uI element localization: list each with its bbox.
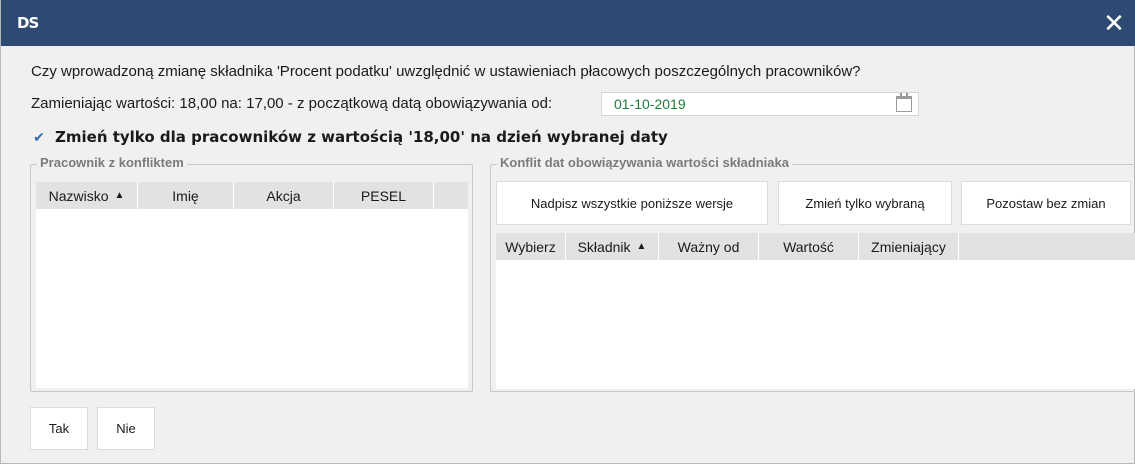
column-header-nazwisko[interactable]: Nazwisko ▲ xyxy=(36,182,138,209)
change-only-checkbox-label: Zmień tylko dla pracowników z wartością … xyxy=(55,128,668,146)
column-header-label: PESEL xyxy=(360,187,407,204)
dialog-window: DS ✕ Czy wprowadzoną zmianę składnika 'P… xyxy=(0,0,1135,464)
column-header-wazny-od[interactable]: Ważny od xyxy=(659,233,759,260)
employees-grid[interactable]: Nazwisko ▲ Imię Akcja PESEL xyxy=(36,182,468,388)
column-header-label: Składnik xyxy=(577,238,631,255)
date-conflict-group-title: Konflit dat obowiązywania wartości skład… xyxy=(497,155,792,170)
column-header-akcja[interactable]: Akcja xyxy=(234,182,334,209)
column-header-label: Zmieniający xyxy=(871,238,946,255)
column-header-pesel[interactable]: PESEL xyxy=(334,182,434,209)
replace-values-label: Zamieniając wartości: 18,00 na: 17,00 - … xyxy=(31,95,553,112)
calendar-icon[interactable] xyxy=(896,93,912,112)
close-icon: ✕ xyxy=(1103,7,1125,38)
change-selected-button[interactable]: Zmień tylko wybraną xyxy=(778,181,952,225)
column-header-label: Imię xyxy=(172,187,199,204)
column-header-label: Wybierz xyxy=(505,238,556,255)
employees-grid-header: Nazwisko ▲ Imię Akcja PESEL xyxy=(36,182,468,209)
start-date-value: 01-10-2019 xyxy=(614,96,686,112)
conflict-grid[interactable]: Wybierz Składnik ▲ Ważny od Wartość Zmie… xyxy=(496,233,1135,389)
sort-ascending-icon: ▲ xyxy=(114,190,125,201)
employees-conflict-group-title: Pracownik z konfliktem xyxy=(37,155,187,170)
change-only-checkbox-row[interactable]: ✔ Zmień tylko dla pracowników z wartości… xyxy=(31,128,668,146)
column-header-label: Nazwisko xyxy=(48,187,109,204)
column-header-wybierz[interactable]: Wybierz xyxy=(496,233,566,260)
checkbox-checkmark-icon[interactable]: ✔ xyxy=(31,129,47,145)
column-header-imie[interactable]: Imię xyxy=(138,182,234,209)
titlebar: DS ✕ xyxy=(1,0,1135,46)
leave-unchanged-button[interactable]: Pozostaw bez zmian xyxy=(961,181,1131,225)
sort-ascending-icon: ▲ xyxy=(636,241,647,252)
close-button[interactable]: ✕ xyxy=(1092,0,1135,46)
overwrite-all-button[interactable]: Nadpisz wszystkie poniższe wersje xyxy=(496,181,768,225)
yes-button[interactable]: Tak xyxy=(30,407,88,450)
date-conflict-group: Konflit dat obowiązywania wartości skład… xyxy=(490,155,1135,392)
employees-conflict-group: Pracownik z konfliktem Nazwisko ▲ Imię A… xyxy=(30,155,473,392)
question-text: Czy wprowadzoną zmianę składnika 'Procen… xyxy=(31,63,861,80)
conflict-grid-header: Wybierz Składnik ▲ Ważny od Wartość Zmie… xyxy=(496,233,1135,260)
column-header-label: Akcja xyxy=(266,187,301,204)
column-header-skladnik[interactable]: Składnik ▲ xyxy=(566,233,659,260)
start-date-field[interactable]: 01-10-2019 xyxy=(601,92,919,116)
app-logo: DS xyxy=(17,14,39,32)
column-header-zmieniajacy[interactable]: Zmieniający xyxy=(859,233,959,260)
column-header-wartosc[interactable]: Wartość xyxy=(759,233,859,260)
column-header-label: Wartość xyxy=(783,238,834,255)
column-header-label: Ważny od xyxy=(677,238,740,255)
no-button[interactable]: Nie xyxy=(97,407,155,450)
